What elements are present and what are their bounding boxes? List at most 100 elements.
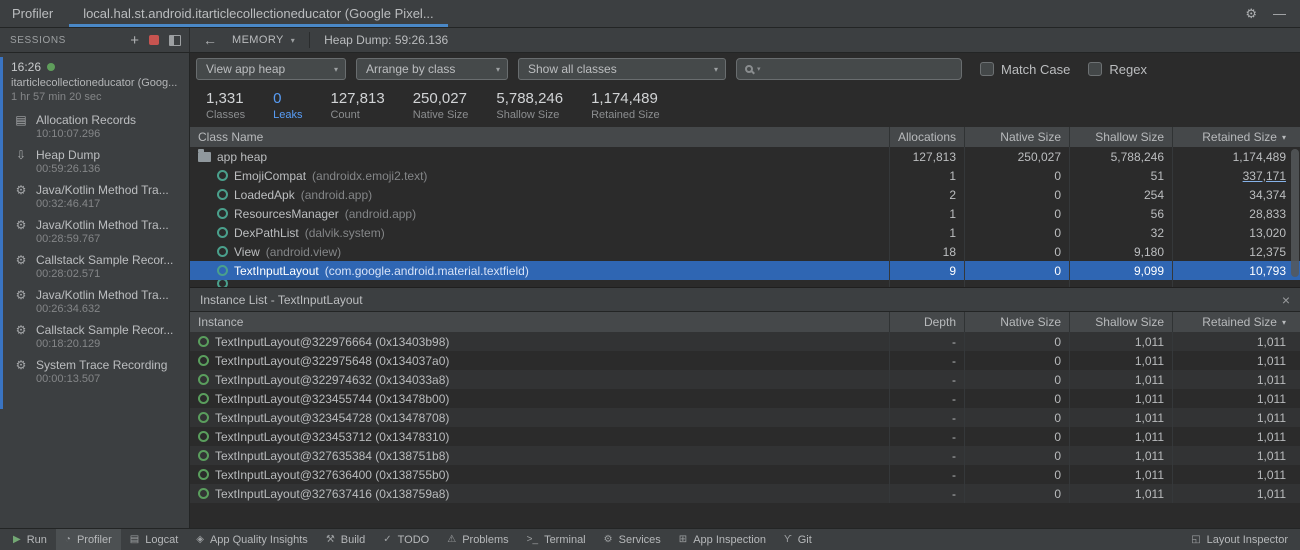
column-instance[interactable]: Instance	[190, 312, 889, 332]
session-artifact-item[interactable]: ⚙ Java/Kotlin Method Tra... 00:26:34.632	[3, 284, 189, 319]
instance-row[interactable]: TextInputLayout@322974632 (0x134033a8) -…	[190, 370, 1300, 389]
instance-shallow-size: 1,011	[1069, 389, 1172, 408]
class-row-view[interactable]: View (android.view) 18 0 9,180 12,375	[190, 242, 1300, 261]
column-depth[interactable]: Depth	[889, 312, 964, 332]
vertical-scrollbar-thumb[interactable]	[1291, 149, 1299, 277]
statusbar-tool-button[interactable]: ◈ App Quality Insights	[187, 529, 317, 550]
session-tab[interactable]: local.hal.st.android.itarticlecollection…	[69, 0, 448, 27]
instance-row[interactable]: TextInputLayout@323454728 (0x13478708) -…	[190, 408, 1300, 427]
column-native-size[interactable]: Native Size	[964, 127, 1069, 147]
statusbar-tool-button[interactable]: ⚒ Build	[317, 529, 374, 550]
session-artifact-item[interactable]: ⚙ Callstack Sample Recor... 00:18:20.129	[3, 319, 189, 354]
settings-gear-icon[interactable]: ⚙	[1245, 6, 1257, 22]
instance-shallow-size: 1,011	[1069, 465, 1172, 484]
instance-icon	[198, 336, 209, 347]
class-row-dexpathlist[interactable]: DexPathList (dalvik.system) 1 0 32 13,02…	[190, 223, 1300, 242]
layout-inspector-button[interactable]: ◱ Layout Inspector	[1179, 529, 1300, 550]
stat-block: 5,788,246 Shallow Size	[496, 90, 563, 127]
statusbar-tool-label: Build	[340, 533, 366, 546]
instance-row[interactable]: TextInputLayout@327637416 (0x138759a8) -…	[190, 484, 1300, 503]
session-artifact-item[interactable]: ▤ Allocation Records 10:10:07.296	[3, 109, 189, 144]
heap-dump-title: Heap Dump: 59:26.136	[324, 33, 449, 47]
instance-depth: -	[889, 332, 964, 351]
class-icon	[217, 189, 228, 200]
statusbar-tool-button[interactable]: ▶ Run	[4, 529, 56, 550]
statusbar-tool-button[interactable]: ✓ TODO	[374, 529, 438, 550]
add-session-icon[interactable]: +	[130, 33, 139, 48]
instance-row[interactable]: TextInputLayout@327636400 (0x138755b0) -…	[190, 465, 1300, 484]
stat-label: Native Size	[412, 109, 469, 121]
statusbar-tool-icon: >_	[526, 534, 539, 545]
arrange-by-dropdown[interactable]: Arrange by class ▾	[356, 58, 508, 80]
statusbar-tool-button[interactable]: >_ Terminal	[518, 529, 595, 550]
minimize-icon[interactable]: —	[1273, 6, 1286, 21]
column-retained-size[interactable]: Retained Size ▾	[1172, 127, 1300, 147]
stat-label: Classes	[206, 109, 246, 121]
statusbar-tool-button[interactable]: ⚠ Problems	[438, 529, 517, 550]
session-artifact-label: Callstack Sample Recor...	[36, 323, 174, 337]
session-artifact-icon: ⚙	[15, 218, 27, 232]
class-row-resourcesmanager[interactable]: ResourcesManager (android.app) 1 0 56 28…	[190, 204, 1300, 223]
class-row-loadedapk[interactable]: LoadedApk (android.app) 2 0 254 34,374	[190, 185, 1300, 204]
collapse-panel-icon[interactable]	[169, 34, 181, 46]
session-artifact-item[interactable]: ⚙ System Trace Recording 00:00:13.507	[3, 354, 189, 389]
class-row-app-heap[interactable]: app heap 127,813 250,027 5,788,246 1,174…	[190, 147, 1300, 166]
instance-row[interactable]: TextInputLayout@322976664 (0x13403b98) -…	[190, 332, 1300, 351]
regex-checkbox[interactable]: Regex	[1088, 62, 1147, 77]
heap-scope-dropdown[interactable]: View app heap ▾	[196, 58, 346, 80]
class-filter-dropdown[interactable]: Show all classes ▾	[518, 58, 726, 80]
session-artifact-label: Java/Kotlin Method Tra...	[36, 288, 169, 302]
column-native-size[interactable]: Native Size	[964, 312, 1069, 332]
statusbar-tool-button[interactable]: ◔ Profiler	[55, 529, 121, 550]
session-artifact-item[interactable]: ⚙ Java/Kotlin Method Tra... 00:28:59.767	[3, 214, 189, 249]
column-shallow-size[interactable]: Shallow Size	[1069, 312, 1172, 332]
instance-retained-size: 1,011	[1172, 332, 1300, 351]
session-artifact-item[interactable]: ⇩ Heap Dump 00:59:26.136	[3, 144, 189, 179]
checkbox-icon	[980, 62, 994, 76]
statusbar-tool-button[interactable]: ⚙ Services	[595, 529, 670, 550]
class-icon	[217, 208, 228, 219]
statusbar-tool-button[interactable]: ϒ Git	[775, 529, 821, 550]
close-icon[interactable]: ×	[1282, 292, 1290, 308]
stop-recording-icon[interactable]	[149, 35, 159, 45]
session-artifact-time: 10:10:07.296	[36, 128, 101, 140]
statusbar-tool-icon: ϒ	[783, 534, 792, 545]
column-allocations[interactable]: Allocations	[888, 127, 964, 147]
statusbar-tool-icon: ▶	[13, 534, 21, 545]
instance-retained-size: 1,011	[1172, 446, 1300, 465]
class-icon	[217, 170, 228, 181]
chevron-down-icon: ▾	[333, 64, 338, 74]
session-artifact-item[interactable]: ⚙ Java/Kotlin Method Tra... 00:32:46.417	[3, 179, 189, 214]
back-arrow-icon[interactable]: ←	[194, 32, 226, 48]
statusbar-tool-button[interactable]: ▤ Logcat	[121, 529, 187, 550]
instance-shallow-size: 1,011	[1069, 370, 1172, 389]
stat-label: Leaks	[273, 109, 303, 121]
match-case-checkbox[interactable]: Match Case	[980, 62, 1070, 77]
tabbar-actions: ⚙ —	[1231, 0, 1300, 27]
statusbar-tool-icon: ⚒	[325, 534, 335, 545]
session-app-name: itarticlecollectioneducator (Goog...	[11, 77, 178, 89]
statusbar-tool-button[interactable]: ⊞ App Inspection	[670, 529, 775, 550]
window-tab-bar: Profiler local.hal.st.android.itarticlec…	[0, 0, 1300, 28]
instance-row[interactable]: TextInputLayout@322975648 (0x134037a0) -…	[190, 351, 1300, 370]
instance-row[interactable]: TextInputLayout@323455744 (0x13478b00) -…	[190, 389, 1300, 408]
memory-dropdown[interactable]: MEMORY ▾	[226, 28, 305, 52]
instance-row[interactable]: TextInputLayout@327635384 (0x138751b8) -…	[190, 446, 1300, 465]
session-current[interactable]: 16:26 itarticlecollectioneducator (Goog.…	[3, 57, 189, 109]
class-row-emojicompat[interactable]: EmojiCompat (androidx.emoji2.text) 1 0 5…	[190, 166, 1300, 185]
search-input[interactable]: ▾	[736, 58, 962, 80]
memory-dropdown-label: MEMORY	[232, 34, 284, 46]
class-row-textinputlayout[interactable]: TextInputLayout (com.google.android.mate…	[190, 261, 1300, 280]
stat-value: 5,788,246	[496, 90, 564, 107]
stat-value: 0	[273, 90, 282, 107]
column-class-name[interactable]: Class Name	[190, 127, 889, 147]
session-artifact-label: Callstack Sample Recor...	[36, 253, 174, 267]
column-shallow-size[interactable]: Shallow Size	[1069, 127, 1172, 147]
divider	[309, 32, 311, 48]
search-history-caret-icon: ▾	[757, 66, 761, 73]
statusbar-tool-label: Problems	[462, 533, 509, 546]
column-retained-size[interactable]: Retained Size ▾	[1172, 312, 1300, 332]
session-artifact-item[interactable]: ⚙ Callstack Sample Recor... 00:28:02.571	[3, 249, 189, 284]
stat-block: 250,027 Native Size	[413, 90, 469, 127]
instance-row[interactable]: TextInputLayout@323453712 (0x13478310) -…	[190, 427, 1300, 446]
